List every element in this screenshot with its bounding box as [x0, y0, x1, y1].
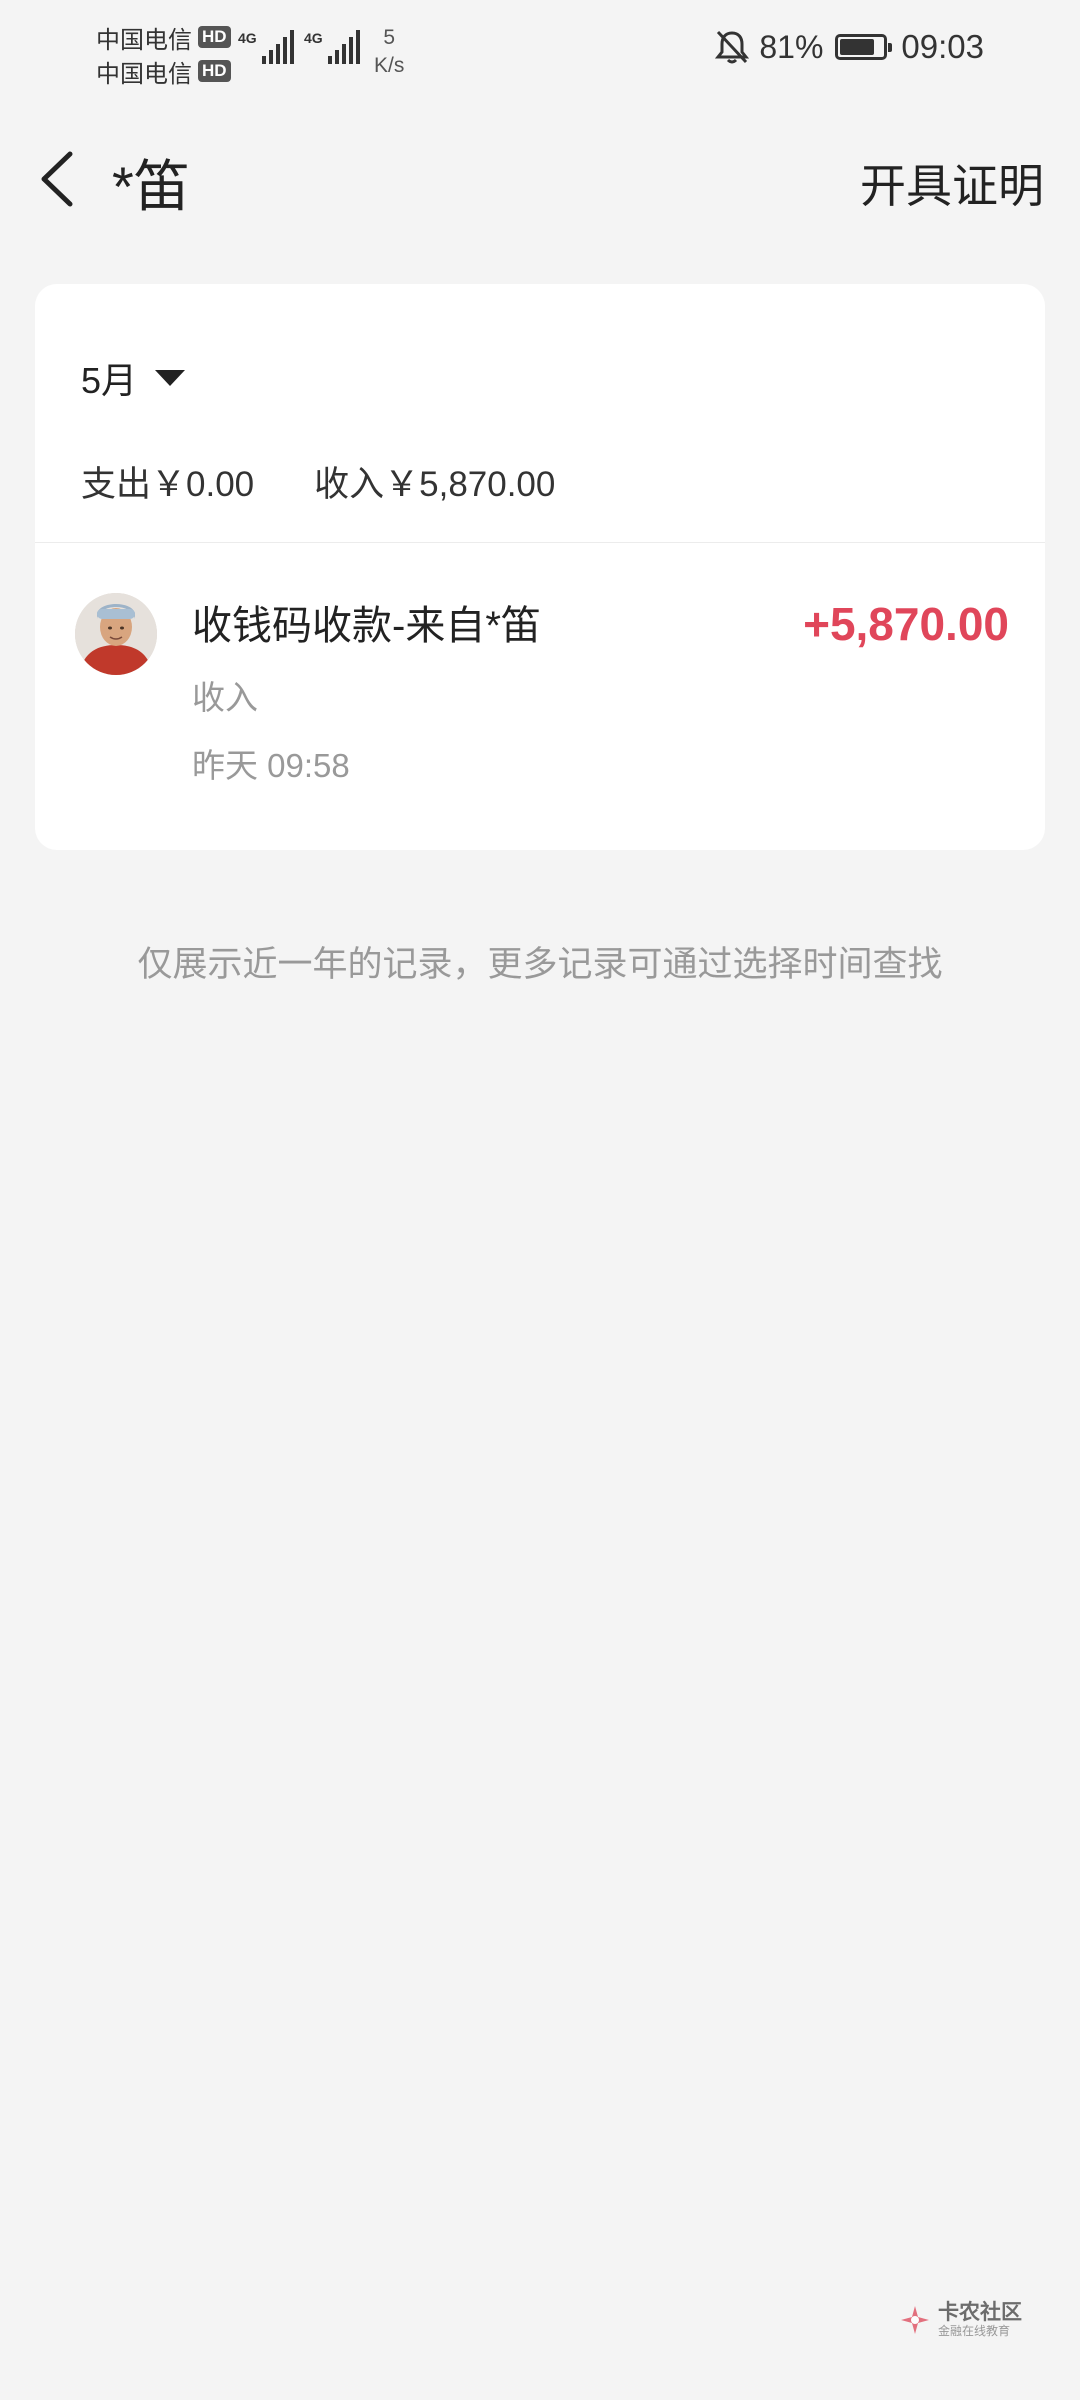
transaction-type: 收入	[192, 679, 258, 716]
avatar	[75, 593, 157, 675]
status-right: 81% 09:03	[715, 28, 984, 66]
signal-strength-icon-2: 4G	[304, 30, 360, 64]
network-speed: 5 K/s	[374, 26, 405, 77]
nav-bar: *笛 开具证明	[0, 120, 1080, 240]
battery-icon	[835, 34, 893, 60]
transaction-amount: +5,870.00	[803, 598, 1009, 650]
transactions-card: 5月 支出￥0.00 收入￥5,870.00 收钱码收款-来自*笛 收入 昨天 …	[35, 284, 1045, 850]
watermark-subtitle: 金融在线教育	[938, 2324, 1011, 2338]
hd-badge-2: HD	[198, 60, 231, 82]
carrier-info: 中国电信 HD 中国电信 HD	[96, 20, 231, 88]
signal-strength-icon-1: 4G	[238, 30, 294, 64]
carrier-name-1: 中国电信	[96, 26, 192, 54]
month-summary: 支出￥0.00 收入￥5,870.00	[81, 456, 555, 507]
transaction-time: 昨天 09:58	[192, 747, 350, 784]
carrier-name-2: 中国电信	[96, 60, 192, 88]
status-bar: 中国电信 HD 中国电信 HD 4G 4G 5 K/s 81% 09:03	[0, 0, 1080, 110]
watermark: 卡农社区 金融在线教育	[898, 2302, 1022, 2338]
month-selector[interactable]: 5月	[81, 352, 186, 404]
watermark-title: 卡农社区	[938, 2301, 1022, 2324]
transaction-title: 收钱码收款-来自*笛	[192, 604, 541, 648]
bell-off-icon	[715, 30, 750, 64]
chevron-left-icon	[41, 151, 73, 207]
hd-badge-1: HD	[198, 26, 231, 48]
records-range-note: 仅展示近一年的记录，更多记录可通过选择时间查找	[137, 945, 943, 984]
transaction-row[interactable]: 收钱码收款-来自*笛 收入 昨天 09:58 +5,870.00	[35, 543, 1045, 843]
back-button[interactable]	[26, 144, 96, 214]
month-label: 5月	[81, 360, 138, 401]
battery-percent: 81%	[759, 28, 824, 65]
issue-certificate-button[interactable]: 开具证明	[860, 150, 1044, 216]
expense-total: 支出￥0.00	[81, 465, 255, 504]
community-logo-icon	[901, 2306, 929, 2334]
caret-down-icon	[155, 370, 186, 386]
clock: 09:03	[901, 28, 984, 65]
page-title: *笛	[112, 155, 190, 218]
income-total: 收入￥5,870.00	[314, 465, 556, 504]
